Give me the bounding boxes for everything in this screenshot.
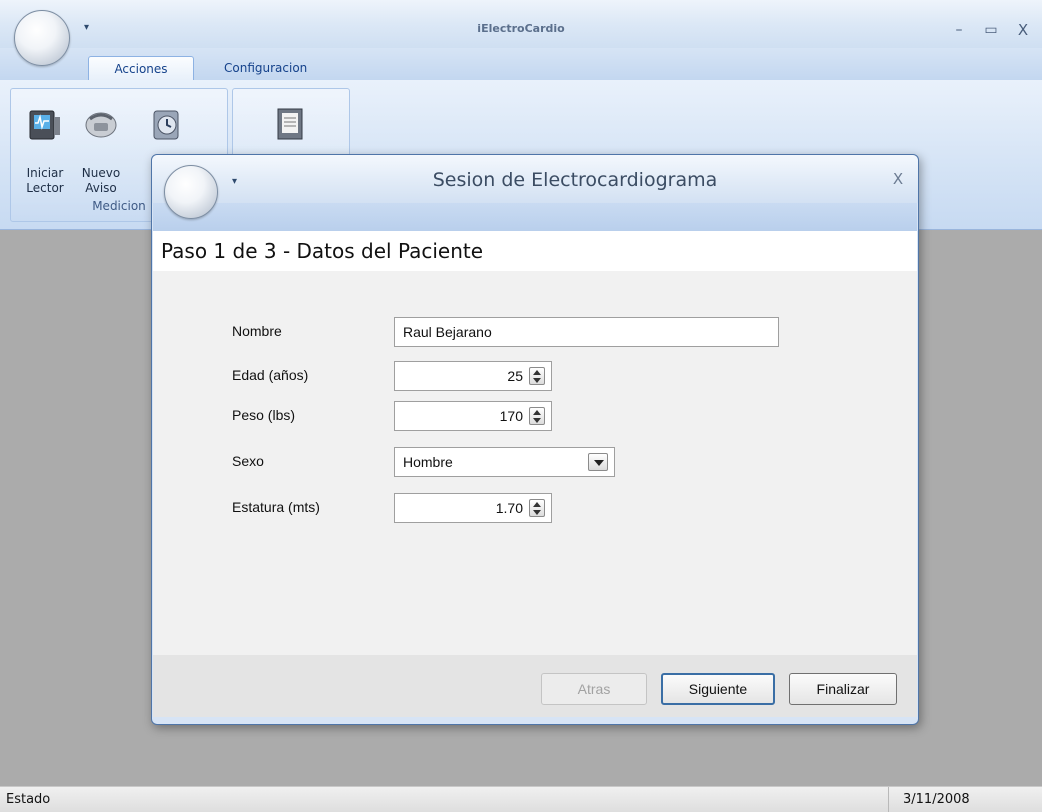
nombre-label: Nombre [232, 323, 282, 339]
atras-button[interactable]: Atras [541, 673, 647, 705]
edad-label: Edad (años) [232, 367, 309, 383]
title-bar: iElectroCardio – ▭ X [0, 0, 1042, 48]
edad-value: 25 [507, 368, 523, 384]
ribbon-tab-row: Acciones Configuracion [0, 48, 1042, 82]
sexo-select[interactable]: Hombre [394, 447, 615, 477]
app-menu-orb[interactable] [14, 10, 70, 66]
tab-acciones[interactable]: Acciones [88, 56, 194, 82]
dialog-title: Sesion de Electrocardiograma [432, 169, 718, 191]
history-icon [153, 110, 179, 140]
dialog-button-bar: Atras Siguiente Finalizar [153, 655, 917, 717]
status-date: 3/11/2008 [888, 787, 970, 812]
estatura-stepper[interactable]: 1.70 [394, 493, 552, 523]
report-button[interactable] [261, 105, 321, 146]
minimize-button[interactable]: – [946, 18, 972, 42]
sexo-value: Hombre [403, 454, 453, 470]
dialog-quick-access-dropdown-icon[interactable]: ▾ [232, 176, 237, 187]
nombre-input[interactable]: Raul Bejarano [394, 317, 779, 347]
nuevo-aviso-label: Nuevo Aviso [81, 166, 121, 195]
estatura-label: Estatura (mts) [232, 499, 320, 515]
chevron-down-icon[interactable] [588, 453, 608, 471]
estatura-spin-buttons[interactable] [529, 499, 545, 517]
patient-form: Nombre Raul Bejarano Edad (años) 25 Peso… [153, 271, 917, 655]
dialog-title-bar: Sesion de Electrocardiograma ▾ X [152, 155, 918, 203]
iniciar-lector-button[interactable]: Iniciar Lector [15, 105, 75, 196]
iniciar-lector-label: Iniciar Lector [26, 166, 64, 195]
siguiente-button[interactable]: Siguiente [661, 673, 775, 705]
peso-stepper[interactable]: 170 [394, 401, 552, 431]
dialog-ribbon-strip [153, 203, 917, 231]
quick-access-dropdown-icon[interactable]: ▾ [84, 22, 89, 33]
new-alert-icon [85, 112, 117, 138]
maximize-button[interactable]: ▭ [978, 18, 1004, 42]
peso-value: 170 [499, 408, 523, 424]
peso-label: Peso (lbs) [232, 407, 296, 423]
dialog-close-button[interactable]: X [886, 169, 910, 191]
step-header: Paso 1 de 3 - Datos del Paciente [153, 231, 917, 271]
step-title: Paso 1 de 3 - Datos del Paciente [161, 239, 484, 263]
status-text: Estado [6, 792, 51, 807]
app-title: iElectroCardio [477, 22, 565, 35]
status-bar: Estado 3/11/2008 [0, 786, 1042, 812]
tab-configuracion[interactable]: Configuracion [212, 56, 319, 82]
close-button[interactable]: X [1010, 18, 1036, 42]
session-dialog: Sesion de Electrocardiograma ▾ X Paso 1 … [151, 154, 919, 725]
estatura-value: 1.70 [495, 500, 523, 516]
sexo-label: Sexo [232, 453, 264, 469]
ecg-reader-icon [29, 110, 60, 140]
report-icon [277, 108, 303, 140]
dialog-menu-orb[interactable] [164, 165, 218, 219]
edad-spin-buttons[interactable] [529, 367, 545, 385]
history-button[interactable] [137, 105, 197, 146]
nuevo-aviso-button[interactable]: Nuevo Aviso [71, 105, 131, 196]
finalizar-button[interactable]: Finalizar [789, 673, 897, 705]
peso-spin-buttons[interactable] [529, 407, 545, 425]
edad-stepper[interactable]: 25 [394, 361, 552, 391]
